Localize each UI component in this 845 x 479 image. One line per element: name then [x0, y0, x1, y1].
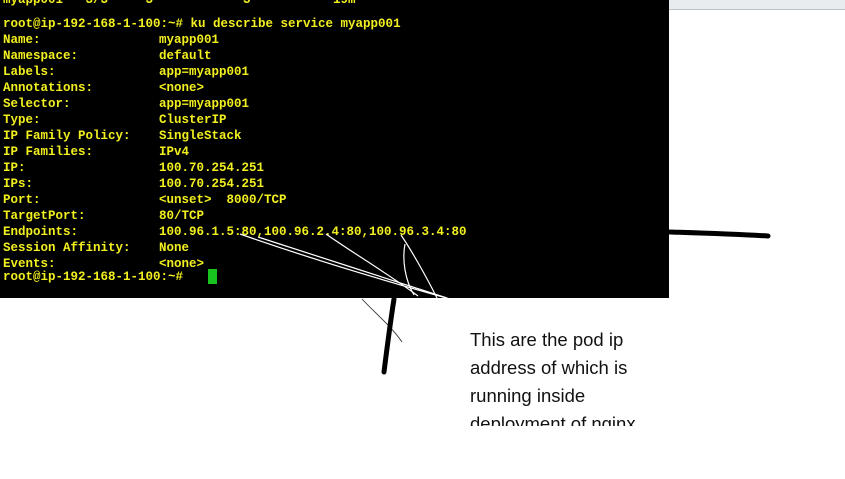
field-value: app=myapp001 — [159, 65, 250, 79]
terminal-cut-line: myapp001 3/3 3 3 19m — [3, 0, 356, 7]
field-value: 100.70.254.251 — [159, 177, 265, 191]
field-value: default — [159, 49, 212, 63]
field-value: IPv4 — [159, 145, 190, 159]
terminal-field-ips: IPs: 100.70.254.251 — [3, 176, 264, 192]
terminal-window[interactable]: myapp001 3/3 3 3 19m root@ip-192-168-1-1… — [0, 0, 669, 298]
annotation-sketch-line — [361, 298, 403, 343]
field-key: Annotations: — [3, 81, 94, 95]
annotation-line: This are the pod ip — [470, 329, 624, 350]
terminal-field-targetport: TargetPort: 80/TCP — [3, 208, 204, 224]
field-value: myapp001 — [159, 33, 220, 47]
field-value: 80/TCP — [159, 209, 205, 223]
field-value: <unset> 8000/TCP — [159, 193, 287, 207]
terminal-field-name: Name: myapp001 — [3, 32, 219, 48]
field-value: 100.96.1.5:80,100.96.2.4:80,100.96.3.4:8… — [159, 225, 467, 239]
terminal-cursor — [208, 269, 217, 284]
field-key: Selector: — [3, 97, 71, 111]
field-value: 100.70.254.251 — [159, 161, 265, 175]
annotation-line: deployment of nginx — [470, 413, 636, 426]
field-key: Name: — [3, 33, 41, 47]
field-key: IP: — [3, 161, 26, 175]
annotation-side-stroke — [667, 229, 771, 239]
field-key: Type: — [3, 113, 41, 127]
annotation-arrow-stem — [381, 296, 397, 375]
annotation-note: This are the pod ip address of which is … — [470, 326, 700, 426]
field-value: SingleStack — [159, 129, 242, 143]
field-key: Endpoints: — [3, 225, 79, 239]
terminal-final-prompt: root@ip-192-168-1-100:~# — [3, 270, 191, 284]
field-value: <none> — [159, 81, 205, 95]
field-key: Labels: — [3, 65, 56, 79]
terminal-field-session-affinity: Session Affinity: None — [3, 240, 189, 256]
terminal-field-ip-families: IP Families: IPv4 — [3, 144, 189, 160]
field-value: app=myapp001 — [159, 97, 250, 111]
annotation-line: running inside — [470, 385, 586, 406]
field-key: Session Affinity: — [3, 241, 131, 255]
field-key: IP Family Policy: — [3, 129, 131, 143]
terminal-command-line: root@ip-192-168-1-100:~# ku describe ser… — [3, 17, 401, 31]
field-key: Namespace: — [3, 49, 79, 63]
terminal-field-ip-family-policy: IP Family Policy: SingleStack — [3, 128, 242, 144]
field-key: IPs: — [3, 177, 34, 191]
field-key: IP Families: — [3, 145, 94, 159]
annotation-line: address of which is — [470, 357, 628, 378]
terminal-field-port: Port: <unset> 8000/TCP — [3, 192, 287, 208]
field-value: None — [159, 241, 190, 255]
terminal-field-annotations: Annotations: <none> — [3, 80, 204, 96]
field-key: Port: — [3, 193, 41, 207]
field-key: TargetPort: — [3, 209, 86, 223]
field-value: ClusterIP — [159, 113, 227, 127]
terminal-field-ip: IP: 100.70.254.251 — [3, 160, 264, 176]
terminal-field-namespace: Namespace: default — [3, 48, 212, 64]
background-window-strip — [669, 0, 845, 10]
terminal-field-selector: Selector: app=myapp001 — [3, 96, 249, 112]
terminal-field-endpoints: Endpoints: 100.96.1.5:80,100.96.2.4:80,10… — [3, 224, 467, 240]
terminal-field-labels: Labels: app=myapp001 — [3, 64, 249, 80]
terminal-field-type: Type: ClusterIP — [3, 112, 227, 128]
